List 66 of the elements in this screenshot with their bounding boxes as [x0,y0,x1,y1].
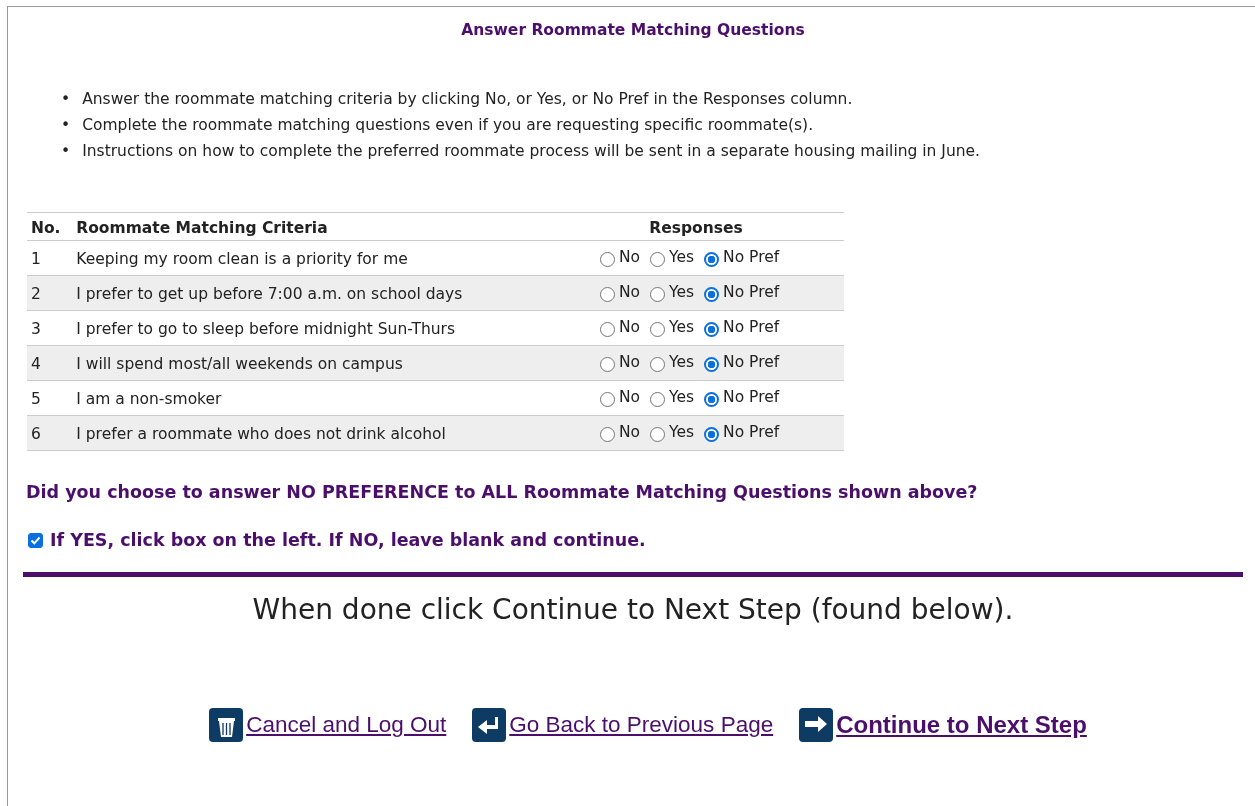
radio-label[interactable]: No Pref [723,386,780,410]
criteria-cell: I will spend most/all weekends on campus [72,345,548,381]
radio-button[interactable] [650,392,666,408]
radio-button[interactable] [599,287,615,303]
radio-button[interactable] [704,357,720,373]
radio-label[interactable]: No Pref [723,281,780,305]
row-number: 4 [27,345,73,381]
radio-button[interactable] [704,427,720,443]
radio-label[interactable]: Yes [669,246,695,270]
row-number: 1 [27,240,73,276]
trash-icon [209,708,244,743]
link-text[interactable]: Go Back to Previous Page [509,708,774,743]
radio-label[interactable]: No [618,386,641,410]
bullet: • [61,88,71,110]
radio-label[interactable]: No Pref [723,246,780,270]
column-header: Roommate Matching Criteria [72,212,548,241]
column-header: No. [27,212,73,241]
instruction-text: When done click Continue to Next Step (found below). [251,592,1015,629]
instruction-text: Instructions on how to complete the preferred roommate process will be sent in a separate housing mailing in June. [82,140,981,162]
radio-label[interactable]: Yes [669,421,695,445]
criteria-cell: I prefer to go to sleep before midnight Sun-Thurs [72,310,548,346]
column-header: Responses [547,212,844,241]
radio-label[interactable]: No [618,316,641,340]
criteria-cell: I prefer a roommate who does not drink alcohol [72,415,548,451]
instruction-text: Answer the roommate matching criteria by clicking No, or Yes, or No Pref in the Responses column. [82,88,853,110]
radio-label[interactable]: No Pref [723,421,780,445]
radio-label[interactable]: No [618,281,641,305]
radio-button[interactable] [599,357,615,373]
criteria-cell: I prefer to get up before 7:00 a.m. on school days [72,275,548,311]
radio-label[interactable]: Yes [669,281,695,305]
criteria-cell: Keeping my room clean is a priority for me [72,240,548,276]
radio-button[interactable] [599,252,615,268]
checkbox-label[interactable]: If YES, click box on the left. If NO, leave blank and continue. [50,527,646,554]
link-text[interactable]: Cancel and Log Out [246,708,447,743]
radio-button[interactable] [704,287,720,303]
radio-label[interactable]: Yes [669,386,695,410]
radio-button[interactable] [650,287,666,303]
radio-label[interactable]: Yes [669,351,695,375]
page-title: Answer Roommate Matching Questions [460,20,806,40]
radio-button[interactable] [599,427,615,443]
radio-button[interactable] [704,322,720,338]
bullet: • [61,140,71,162]
checkbox[interactable] [28,532,43,548]
criteria-cell: I am a non-smoker [72,380,548,416]
radio-button[interactable] [650,427,666,443]
instruction-text: Complete the roommate matching questions even if you are requesting specific roommate(s). [82,114,814,136]
radio-button[interactable] [599,392,615,408]
radio-label[interactable]: No [618,421,641,445]
row-number: 6 [27,415,73,451]
radio-button[interactable] [599,322,615,338]
question-text: Did you choose to answer NO PREFERENCE to ALL Roommate Matching Questions shown above? [26,480,979,504]
link-text[interactable]: Continue to Next Step [836,707,1087,744]
radio-button[interactable] [650,252,666,268]
radio-label[interactable]: No [618,246,641,270]
radio-button[interactable] [650,357,666,373]
radio-label[interactable]: No Pref [723,316,780,340]
radio-button[interactable] [704,392,720,408]
radio-label[interactable]: Yes [669,316,695,340]
row-number: 2 [27,275,73,311]
row-number: 5 [27,380,73,416]
radio-button[interactable] [704,252,720,268]
radio-button[interactable] [650,322,666,338]
radio-label[interactable]: No [618,351,641,375]
row-number: 3 [27,310,73,346]
bullet: • [61,114,71,136]
radio-label[interactable]: No Pref [723,351,780,375]
